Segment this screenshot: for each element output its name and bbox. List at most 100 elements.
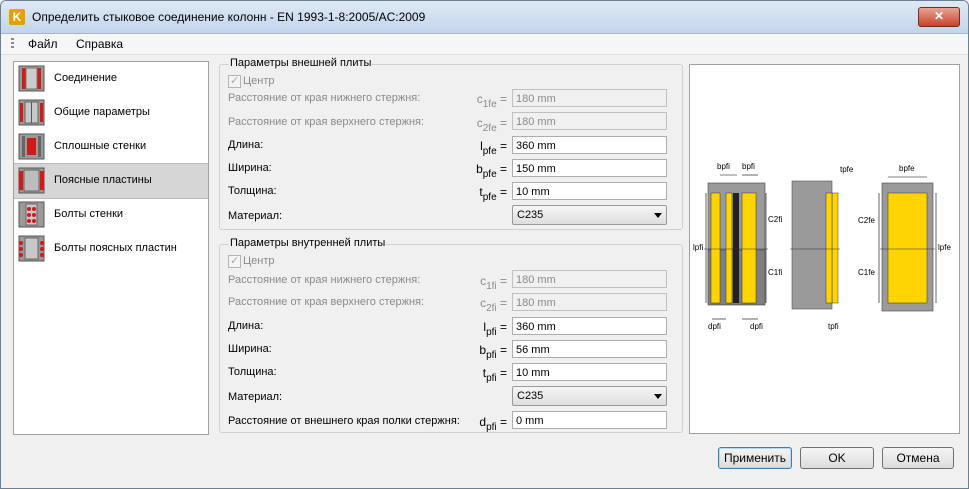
- menu-bar: Файл Справка: [1, 34, 968, 55]
- symbol: lpfi =: [483, 320, 507, 338]
- web-bolts-icon: [18, 201, 45, 228]
- nav-item-general-params[interactable]: Общие параметры: [14, 96, 208, 130]
- inner-plate-b: [741, 192, 757, 304]
- field-label: Длина:: [228, 320, 264, 332]
- general-params-icon: [18, 99, 45, 126]
- apply-button[interactable]: Применить: [718, 447, 792, 469]
- field-label: Длина:: [228, 139, 264, 151]
- group-title: Параметры внутренней плиты: [229, 237, 387, 249]
- c2fi-input[interactable]: 180 mm: [512, 293, 667, 311]
- diagram-label: tpfi: [828, 322, 839, 331]
- nav-item-connection[interactable]: Соединение: [14, 62, 208, 96]
- outer-plate-group: Параметры внешней плиты ✓ Центр Расстоян…: [219, 57, 683, 230]
- c1fi-input[interactable]: 180 mm: [512, 270, 667, 288]
- symbol: c2fe =: [476, 116, 507, 134]
- dialog-window: K Определить стыковое соединение колонн …: [0, 0, 969, 489]
- menu-file[interactable]: Файл: [28, 37, 58, 51]
- outer-plate-left: [710, 192, 721, 304]
- inner-plate-a: [725, 192, 733, 304]
- diagram-label: bpfi: [717, 162, 730, 171]
- symbol: lpfe =: [480, 139, 507, 157]
- field-label: Ширина:: [228, 162, 272, 174]
- cancel-button[interactable]: Отмена: [882, 447, 954, 469]
- section-list: Соединение Общие параметры Сплошные стен…: [13, 61, 209, 435]
- symbol: bpfe =: [476, 162, 507, 180]
- outer-plate-front: [887, 192, 928, 304]
- outer-material-select[interactable]: C235: [512, 205, 667, 225]
- nav-label: Общие параметры: [54, 106, 150, 118]
- tpfe-input[interactable]: 10 mm: [512, 182, 667, 200]
- diagram-label: C1fe: [858, 268, 875, 277]
- nav-item-solid-web[interactable]: Сплошные стенки: [14, 130, 208, 164]
- flange-plates-icon: [18, 167, 45, 194]
- diagram-label: bpfi: [742, 162, 755, 171]
- diagram-label: C2fe: [858, 216, 875, 225]
- c2fe-input[interactable]: 180 mm: [512, 112, 667, 130]
- chevron-down-icon: [654, 213, 662, 218]
- field-label: Толщина:: [228, 366, 277, 378]
- diagram-label: dpfi: [750, 322, 763, 331]
- close-button[interactable]: ✕: [918, 7, 960, 27]
- symbol: bpfi =: [479, 343, 507, 361]
- ok-button[interactable]: OK: [800, 447, 874, 469]
- menu-help[interactable]: Справка: [76, 37, 123, 51]
- nav-label: Сплошные стенки: [54, 140, 147, 152]
- inner-plate-group: Параметры внутренней плиты ✓ Центр Расст…: [219, 237, 683, 433]
- inner-material-select[interactable]: C235: [512, 386, 667, 406]
- diagram-label: C2fi: [768, 215, 782, 224]
- nav-label: Болты поясных пластин: [54, 242, 177, 254]
- diagram-label: bpfe: [899, 164, 915, 173]
- field-label: Ширина:: [228, 343, 272, 355]
- group-title: Параметры внешней плиты: [229, 57, 373, 69]
- middle-plate-left: [825, 192, 833, 304]
- material-label: Материал:: [228, 210, 283, 222]
- title-bar: K Определить стыковое соединение колонн …: [1, 1, 968, 34]
- diagram-label: lpfi: [693, 243, 703, 252]
- bpfi-input[interactable]: 56 mm: [512, 340, 667, 358]
- symbol: c1fi =: [480, 274, 507, 292]
- web: [733, 193, 739, 303]
- tpfi-input[interactable]: 10 mm: [512, 363, 667, 381]
- field-label: Толщина:: [228, 185, 277, 197]
- dpfi-input[interactable]: 0 mm: [512, 411, 667, 429]
- diagram-label: tpfe: [840, 165, 854, 174]
- connection-icon: [18, 65, 45, 92]
- diagram-label: lpfe: [938, 243, 951, 252]
- toolbar-grip-icon: [11, 38, 14, 50]
- c1fe-input[interactable]: 180 mm: [512, 89, 667, 107]
- chevron-down-icon: [654, 394, 662, 399]
- connection-diagram: lpfi bpfi bpfi C2fi C1fi dpfi dpfi tpfe …: [689, 64, 960, 434]
- selected-value: C235: [517, 390, 544, 402]
- field-label: Расстояние от края нижнего стержня:: [228, 92, 421, 104]
- center-checkbox[interactable]: ✓: [228, 75, 241, 88]
- center-label: Центр: [243, 255, 275, 267]
- window-title: Определить стыковое соединение колонн - …: [32, 10, 426, 24]
- field-label: Расстояние от края верхнего стержня:: [228, 116, 425, 128]
- solid-web-icon: [18, 133, 45, 160]
- diagram-label: C1fi: [768, 268, 782, 277]
- nav-item-web-bolts[interactable]: Болты стенки: [14, 198, 208, 232]
- lpfe-input[interactable]: 360 mm: [512, 136, 667, 154]
- symbol: tpfi =: [482, 366, 507, 384]
- field-label: Расстояние от края нижнего стержня:: [228, 274, 421, 286]
- material-label: Материал:: [228, 391, 283, 403]
- lpfi-input[interactable]: 360 mm: [512, 317, 667, 335]
- selected-value: C235: [517, 209, 544, 221]
- nav-label: Болты стенки: [54, 208, 124, 220]
- flange-plate-bolts-icon: [18, 235, 45, 262]
- nav-item-flange-plates[interactable]: Поясные пластины: [14, 163, 208, 199]
- bpfe-input[interactable]: 150 mm: [512, 159, 667, 177]
- nav-item-flange-plate-bolts[interactable]: Болты поясных пластин: [14, 232, 208, 266]
- diagram-label: dpfi: [708, 322, 721, 331]
- symbol: tpfe =: [479, 185, 507, 203]
- symbol: dpfi =: [479, 415, 507, 433]
- nav-label: Поясные пластины: [54, 174, 152, 186]
- middle-plate-right: [831, 192, 839, 304]
- symbol: c1fe =: [476, 92, 507, 110]
- symbol: c2fi =: [480, 296, 507, 314]
- field-label: Расстояние от внешнего края полки стержн…: [228, 415, 460, 427]
- center-checkbox[interactable]: ✓: [228, 255, 241, 268]
- app-logo-icon: K: [9, 9, 25, 25]
- field-label: Расстояние от края верхнего стержня:: [228, 296, 425, 308]
- diagram-svg: lpfi bpfi bpfi C2fi C1fi dpfi dpfi tpfe …: [693, 162, 951, 331]
